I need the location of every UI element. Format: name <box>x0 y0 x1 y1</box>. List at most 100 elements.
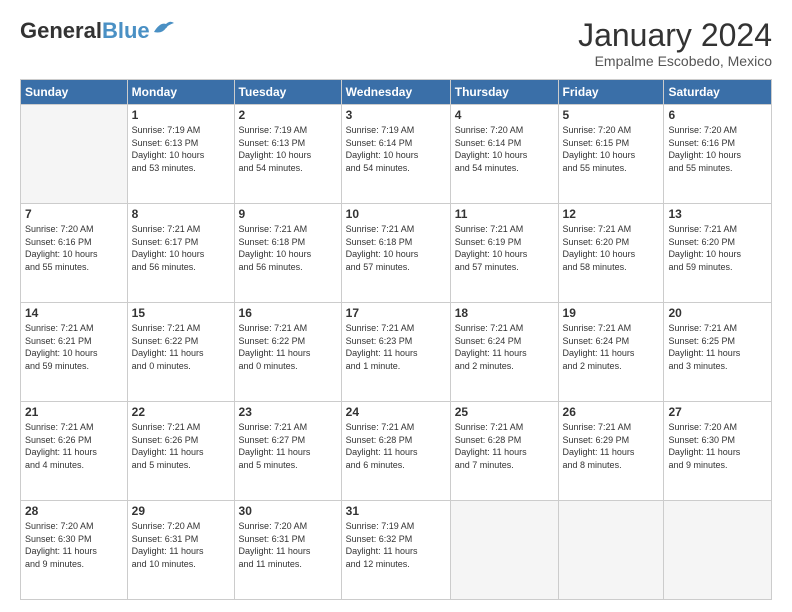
day-info: Sunrise: 7:20 AM Sunset: 6:16 PM Dayligh… <box>25 223 123 273</box>
day-number: 26 <box>563 405 660 419</box>
location: Empalme Escobedo, Mexico <box>578 53 772 69</box>
day-info: Sunrise: 7:21 AM Sunset: 6:26 PM Dayligh… <box>132 421 230 471</box>
day-number: 10 <box>346 207 446 221</box>
day-info: Sunrise: 7:21 AM Sunset: 6:18 PM Dayligh… <box>346 223 446 273</box>
day-number: 16 <box>239 306 337 320</box>
day-info: Sunrise: 7:19 AM Sunset: 6:32 PM Dayligh… <box>346 520 446 570</box>
day-info: Sunrise: 7:20 AM Sunset: 6:14 PM Dayligh… <box>455 124 554 174</box>
calendar-cell: 25Sunrise: 7:21 AM Sunset: 6:28 PM Dayli… <box>450 402 558 501</box>
day-number: 18 <box>455 306 554 320</box>
calendar-cell: 26 Sunrise: 7:21 AM Sunset: 6:29 PM Dayli… <box>558 402 664 501</box>
day-number: 1 <box>132 108 230 122</box>
day-info: Sunrise: 7:21 AM Sunset: 6:17 PM Dayligh… <box>132 223 230 273</box>
calendar-cell: 11 Sunrise: 7:21 AM Sunset: 6:19 PM Dayli… <box>450 204 558 303</box>
day-info: Sunrise: 7:21 AM Sunset: 6:23 PM Dayligh… <box>346 322 446 372</box>
day-info: Sunrise: 7:19 AM Sunset: 6:13 PM Dayligh… <box>239 124 337 174</box>
day-header-friday: Friday <box>558 80 664 105</box>
day-number: 28 <box>25 504 123 518</box>
day-number: 12 <box>563 207 660 221</box>
calendar-cell: 27 Sunrise: 7:20 AM Sunset: 6:30 PM Dayli… <box>664 402 772 501</box>
day-number: 11 <box>455 207 554 221</box>
day-header-saturday: Saturday <box>664 80 772 105</box>
calendar-cell <box>558 501 664 600</box>
calendar-cell: 19 Sunrise: 7:21 AM Sunset: 6:24 PM Dayli… <box>558 303 664 402</box>
day-info: Sunrise: 7:21 AM Sunset: 6:24 PM Dayligh… <box>563 322 660 372</box>
day-number: 27 <box>668 405 767 419</box>
day-number: 14 <box>25 306 123 320</box>
day-number: 3 <box>346 108 446 122</box>
calendar-cell <box>664 501 772 600</box>
calendar-cell: 24Sunrise: 7:21 AM Sunset: 6:28 PM Dayli… <box>341 402 450 501</box>
calendar-cell: 16 Sunrise: 7:21 AM Sunset: 6:22 PM Dayli… <box>234 303 341 402</box>
day-number: 31 <box>346 504 446 518</box>
day-header-wednesday: Wednesday <box>341 80 450 105</box>
month-year: January 2024 <box>578 18 772 53</box>
day-info: Sunrise: 7:21 AM Sunset: 6:19 PM Dayligh… <box>455 223 554 273</box>
day-number: 6 <box>668 108 767 122</box>
day-number: 24 <box>346 405 446 419</box>
calendar-cell: 20 Sunrise: 7:21 AM Sunset: 6:25 PM Dayli… <box>664 303 772 402</box>
calendar-table: SundayMondayTuesdayWednesdayThursdayFrid… <box>20 79 772 600</box>
day-number: 5 <box>563 108 660 122</box>
day-info: Sunrise: 7:21 AM Sunset: 6:26 PM Dayligh… <box>25 421 123 471</box>
day-number: 23 <box>239 405 337 419</box>
calendar-cell: 1Sunrise: 7:19 AM Sunset: 6:13 PM Daylig… <box>127 105 234 204</box>
calendar-cell: 22 Sunrise: 7:21 AM Sunset: 6:26 PM Dayli… <box>127 402 234 501</box>
calendar-cell: 29 Sunrise: 7:20 AM Sunset: 6:31 PM Dayli… <box>127 501 234 600</box>
calendar-cell: 7 Sunrise: 7:20 AM Sunset: 6:16 PM Daylig… <box>21 204 128 303</box>
calendar-cell <box>450 501 558 600</box>
calendar-cell: 28 Sunrise: 7:20 AM Sunset: 6:30 PM Dayli… <box>21 501 128 600</box>
day-info: Sunrise: 7:20 AM Sunset: 6:30 PM Dayligh… <box>25 520 123 570</box>
calendar-cell: 4Sunrise: 7:20 AM Sunset: 6:14 PM Daylig… <box>450 105 558 204</box>
logo: GeneralBlue <box>20 18 174 44</box>
day-info: Sunrise: 7:21 AM Sunset: 6:25 PM Dayligh… <box>668 322 767 372</box>
day-info: Sunrise: 7:20 AM Sunset: 6:15 PM Dayligh… <box>563 124 660 174</box>
calendar-cell: 31 Sunrise: 7:19 AM Sunset: 6:32 PM Dayli… <box>341 501 450 600</box>
calendar-cell: 5 Sunrise: 7:20 AM Sunset: 6:15 PM Daylig… <box>558 105 664 204</box>
calendar-cell: 8Sunrise: 7:21 AM Sunset: 6:17 PM Daylig… <box>127 204 234 303</box>
day-number: 17 <box>346 306 446 320</box>
title-block: January 2024 Empalme Escobedo, Mexico <box>578 18 772 69</box>
calendar-cell: 21Sunrise: 7:21 AM Sunset: 6:26 PM Dayli… <box>21 402 128 501</box>
day-number: 19 <box>563 306 660 320</box>
day-number: 29 <box>132 504 230 518</box>
day-info: Sunrise: 7:21 AM Sunset: 6:18 PM Dayligh… <box>239 223 337 273</box>
calendar-cell: 23 Sunrise: 7:21 AM Sunset: 6:27 PM Dayli… <box>234 402 341 501</box>
day-number: 30 <box>239 504 337 518</box>
day-number: 7 <box>25 207 123 221</box>
calendar-cell: 10 Sunrise: 7:21 AM Sunset: 6:18 PM Dayli… <box>341 204 450 303</box>
day-info: Sunrise: 7:20 AM Sunset: 6:31 PM Dayligh… <box>239 520 337 570</box>
calendar-cell: 9 Sunrise: 7:21 AM Sunset: 6:18 PM Daylig… <box>234 204 341 303</box>
day-header-thursday: Thursday <box>450 80 558 105</box>
calendar-cell: 18 Sunrise: 7:21 AM Sunset: 6:24 PM Dayli… <box>450 303 558 402</box>
calendar-cell: 17 Sunrise: 7:21 AM Sunset: 6:23 PM Dayli… <box>341 303 450 402</box>
day-header-tuesday: Tuesday <box>234 80 341 105</box>
day-info: Sunrise: 7:21 AM Sunset: 6:21 PM Dayligh… <box>25 322 123 372</box>
day-header-sunday: Sunday <box>21 80 128 105</box>
day-info: Sunrise: 7:21 AM Sunset: 6:29 PM Dayligh… <box>563 421 660 471</box>
calendar-cell: 30 Sunrise: 7:20 AM Sunset: 6:31 PM Dayli… <box>234 501 341 600</box>
calendar-cell: 3 Sunrise: 7:19 AM Sunset: 6:14 PM Daylig… <box>341 105 450 204</box>
header: GeneralBlue January 2024 Empalme Escobed… <box>20 18 772 69</box>
calendar-cell: 12Sunrise: 7:21 AM Sunset: 6:20 PM Dayli… <box>558 204 664 303</box>
day-info: Sunrise: 7:21 AM Sunset: 6:24 PM Dayligh… <box>455 322 554 372</box>
day-info: Sunrise: 7:19 AM Sunset: 6:14 PM Dayligh… <box>346 124 446 174</box>
day-info: Sunrise: 7:20 AM Sunset: 6:16 PM Dayligh… <box>668 124 767 174</box>
day-number: 9 <box>239 207 337 221</box>
day-number: 22 <box>132 405 230 419</box>
day-info: Sunrise: 7:21 AM Sunset: 6:22 PM Dayligh… <box>239 322 337 372</box>
page: GeneralBlue January 2024 Empalme Escobed… <box>0 0 792 612</box>
calendar-cell: 15Sunrise: 7:21 AM Sunset: 6:22 PM Dayli… <box>127 303 234 402</box>
day-number: 13 <box>668 207 767 221</box>
day-info: Sunrise: 7:21 AM Sunset: 6:20 PM Dayligh… <box>668 223 767 273</box>
logo-general: General <box>20 18 102 44</box>
day-info: Sunrise: 7:20 AM Sunset: 6:30 PM Dayligh… <box>668 421 767 471</box>
calendar-cell: 13 Sunrise: 7:21 AM Sunset: 6:20 PM Dayli… <box>664 204 772 303</box>
calendar-cell: 14 Sunrise: 7:21 AM Sunset: 6:21 PM Dayli… <box>21 303 128 402</box>
day-info: Sunrise: 7:20 AM Sunset: 6:31 PM Dayligh… <box>132 520 230 570</box>
day-number: 25 <box>455 405 554 419</box>
day-number: 20 <box>668 306 767 320</box>
day-info: Sunrise: 7:21 AM Sunset: 6:22 PM Dayligh… <box>132 322 230 372</box>
day-header-monday: Monday <box>127 80 234 105</box>
day-info: Sunrise: 7:21 AM Sunset: 6:27 PM Dayligh… <box>239 421 337 471</box>
